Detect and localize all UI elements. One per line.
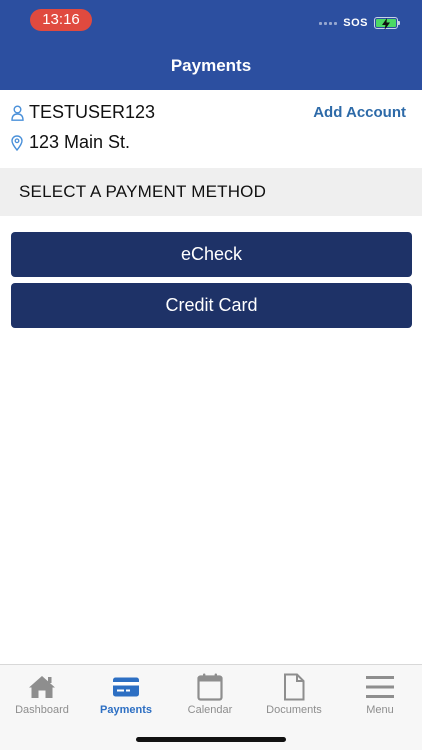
tab-dashboard[interactable]: Dashboard [0, 671, 84, 716]
home-icon [0, 671, 84, 703]
hamburger-menu-icon [338, 671, 422, 703]
account-username: TESTUSER123 [29, 102, 156, 122]
tab-payments[interactable]: Payments [84, 671, 168, 716]
username-row: TESTUSER123 [10, 102, 155, 123]
add-account-link[interactable]: Add Account [313, 104, 406, 121]
page-title: Payments [170, 56, 252, 75]
tab-menu[interactable]: Menu [338, 671, 422, 716]
tab-label: Documents [266, 704, 322, 716]
app-header: 13:16 SOS Payments [0, 0, 422, 90]
tab-label: Calendar [187, 704, 233, 716]
tab-documents[interactable]: Documents [252, 671, 336, 716]
document-icon [252, 671, 336, 703]
tab-label: Menu [366, 704, 394, 716]
calendar-icon [168, 671, 252, 703]
credit-card-button[interactable]: Credit Card [11, 283, 412, 328]
carrier-text: SOS [343, 17, 368, 29]
home-indicator[interactable] [136, 737, 286, 742]
battery-charging-icon [374, 17, 400, 30]
echeck-button[interactable]: eCheck [11, 232, 412, 277]
tab-label: Payments [100, 704, 152, 716]
address-row: 123 Main St. [10, 132, 130, 153]
tab-calendar[interactable]: Calendar [168, 671, 252, 716]
account-address: 123 Main St. [29, 132, 131, 152]
payment-method-section-header: SELECT A PAYMENT METHOD [0, 168, 422, 216]
status-indicators: SOS [319, 14, 400, 32]
tab-label: Dashboard [15, 704, 69, 716]
location-pin-icon [10, 134, 24, 152]
user-icon [10, 104, 24, 122]
section-title: SELECT A PAYMENT METHOD [19, 182, 267, 201]
signal-icon [319, 21, 338, 25]
credit-card-icon [84, 671, 168, 703]
account-info: TESTUSER123 Add Account 123 Main St. [0, 90, 422, 168]
status-time: 13:16 [30, 9, 92, 31]
